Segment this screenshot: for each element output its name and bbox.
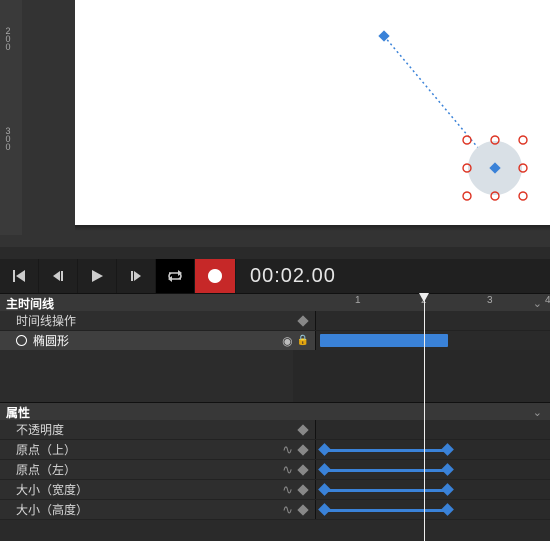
property-origin-left[interactable]: 原点（左） ∿ [0,460,550,480]
ruler-mark: 3 [487,295,493,306]
keyframe-icon[interactable] [297,504,308,515]
property-origin-top[interactable]: 原点（上） ∿ [0,440,550,460]
timeline-clip[interactable] [320,334,448,347]
keyframe-icon[interactable] [297,484,308,495]
shape-icon [16,335,27,346]
loop-button[interactable] [156,259,195,293]
property-label: 大小（高度） [0,501,254,518]
property-label: 不透明度 [0,421,254,438]
play-button[interactable] [78,259,117,293]
ruler-tick: 300 [3,126,13,150]
keyframe[interactable] [318,463,331,476]
properties-header: 属性 ⌄ [0,402,550,422]
keyframe[interactable] [441,503,454,516]
property-size-width[interactable]: 大小（宽度） ∿ [0,480,550,500]
easing-icon[interactable]: ∿ [282,502,293,518]
easing-icon[interactable]: ∿ [282,462,293,478]
keyframe[interactable] [441,463,454,476]
step-forward-button[interactable] [117,259,156,293]
step-back-button[interactable] [39,259,78,293]
keyframe-track[interactable] [315,460,550,479]
timeline-actions-row[interactable]: 时间线操作 [0,311,550,331]
track[interactable] [315,311,550,330]
resize-handle[interactable] [519,136,527,144]
keyframe[interactable] [318,483,331,496]
ruler-mark: 1 [355,295,361,306]
ellipse-row[interactable]: 椭圆形 ◉ 🔒 [0,331,550,351]
timeline-empty-area[interactable] [0,350,550,402]
ruler-tick: 200 [3,26,13,50]
easing-icon[interactable]: ∿ [282,482,293,498]
keyframe-icon[interactable] [297,424,308,435]
record-button[interactable] [195,259,236,293]
playhead[interactable] [424,293,425,541]
resize-handle[interactable] [463,192,471,200]
row-label: 时间线操作 [0,312,254,329]
keyframe-track[interactable] [315,500,550,519]
row-label: 椭圆形 [0,332,254,349]
timeline-title: 主时间线 [0,295,271,312]
ruler-mark: 4 [545,295,550,306]
timeline-rows: 时间线操作 椭圆形 ◉ 🔒 [0,311,550,351]
keyframe-track[interactable] [315,440,550,459]
keyframe-icon[interactable] [297,444,308,455]
properties-title: 属性 [0,404,271,421]
resize-handle[interactable] [519,192,527,200]
keyframe-track[interactable] [315,420,550,439]
canvas-svg [75,0,550,225]
easing-icon[interactable]: ∿ [282,442,293,458]
keyframe-track[interactable] [315,480,550,499]
property-opacity[interactable]: 不透明度 [0,420,550,440]
chevron-down-icon[interactable]: ⌄ [533,406,542,419]
visibility-icon[interactable]: ◉ [282,334,292,348]
transport-bar: 00:02.00 [0,259,550,293]
vertical-ruler: 200 300 [0,0,22,235]
timecode-display[interactable]: 00:02.00 [236,265,336,288]
keyframe-icon[interactable] [297,464,308,475]
property-label: 原点（上） [0,441,254,458]
canvas[interactable] [75,0,550,225]
property-rows: 不透明度 原点（上） ∿ 原点（左） ∿ 大小（宽度） ∿ 大小（高度） ∿ [0,420,550,520]
track[interactable] [315,331,550,350]
keyframe[interactable] [441,443,454,456]
go-start-button[interactable] [0,259,39,293]
property-label: 大小（宽度） [0,481,254,498]
keyframe[interactable] [318,503,331,516]
keyframe[interactable] [318,443,331,456]
keyframe[interactable] [441,483,454,496]
resize-handle[interactable] [463,136,471,144]
lock-icon[interactable]: 🔒 [297,335,309,346]
canvas-area: 200 300 [0,0,550,247]
property-size-height[interactable]: 大小（高度） ∿ [0,500,550,520]
keyframe-icon[interactable] [297,315,308,326]
property-label: 原点（左） [0,461,254,478]
